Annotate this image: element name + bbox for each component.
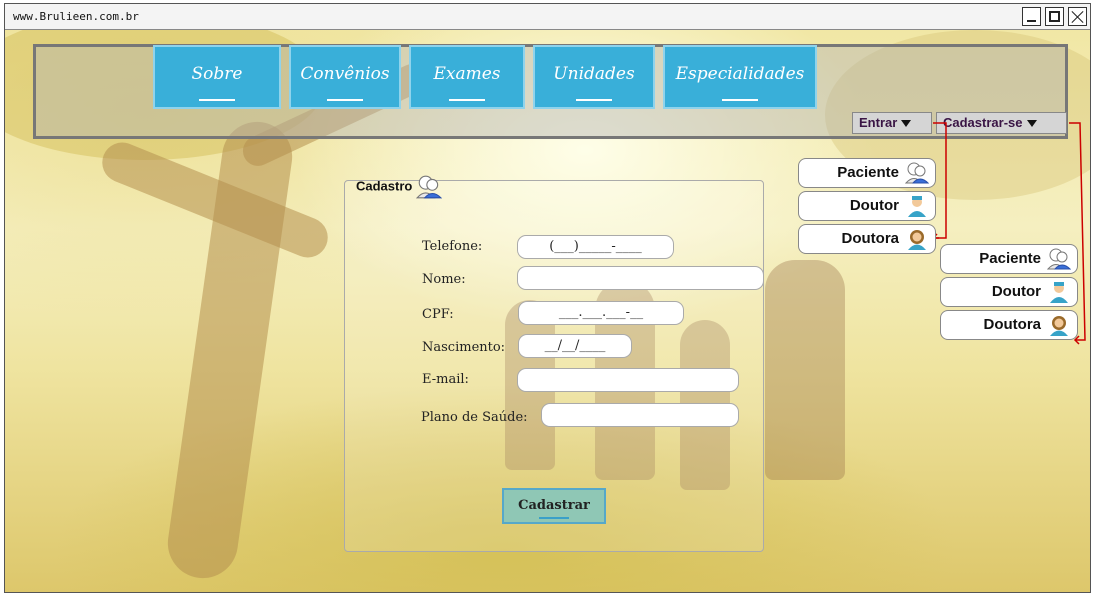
nascimento-label: Nascimento: (422, 340, 506, 355)
users-icon (415, 175, 443, 199)
login-doutor-item[interactable]: Doutor (798, 191, 936, 221)
signup-doutor-item[interactable]: Doutor (940, 277, 1078, 307)
menu-item-label: Paciente (837, 164, 899, 181)
nascimento-field[interactable]: __/__/____ (518, 334, 632, 358)
telefone-field[interactable]: (___)_____-____ (517, 235, 674, 259)
signup-menu: Paciente Doutor Doutora (940, 244, 1078, 343)
form-title-text: Cadastro (356, 178, 413, 194)
maximize-icon[interactable] (1045, 7, 1064, 26)
cpf-field[interactable]: ___.___.___-__ (518, 301, 684, 325)
menu-item-label: Doutora (841, 230, 900, 247)
nome-field[interactable] (517, 266, 764, 290)
telefone-label: Telefone: (422, 239, 483, 254)
signup-doutora-item[interactable]: Doutora (940, 310, 1078, 340)
patient-icon (1047, 248, 1071, 270)
email-field[interactable] (517, 368, 739, 392)
menu-item-label: Paciente (979, 250, 1041, 267)
menu-item-label: Doutor (991, 283, 1041, 300)
email-label: E-mail: (422, 372, 469, 387)
doctor-icon (908, 196, 926, 217)
female-doctor-icon (908, 230, 926, 250)
patient-icon (905, 162, 929, 184)
menu-item-label: Doutora (983, 316, 1042, 333)
plano-field[interactable] (541, 403, 739, 427)
browser-window: www.Brulieen.com.br Sobre Convênios Exam… (4, 3, 1091, 593)
female-doctor-icon (1050, 316, 1068, 336)
background-image: Sobre Convênios Exames Unidades Especial… (5, 30, 1090, 592)
url-bar[interactable]: www.Brulieen.com.br (13, 10, 139, 23)
title-bar: www.Brulieen.com.br (5, 4, 1090, 30)
minimize-icon[interactable] (1022, 7, 1041, 26)
nome-label: Nome: (422, 272, 466, 287)
signup-paciente-item[interactable]: Paciente (940, 244, 1078, 274)
login-paciente-item[interactable]: Paciente (798, 158, 936, 188)
form-title: Cadastro (356, 175, 443, 199)
doctor-icon (1050, 282, 1068, 303)
plano-label: Plano de Saúde: (421, 410, 528, 425)
login-menu: Paciente Doutor Doutora (798, 158, 936, 257)
login-doutora-item[interactable]: Doutora (798, 224, 936, 254)
close-icon[interactable] (1068, 7, 1087, 26)
cpf-label: CPF: (422, 307, 454, 322)
menu-item-label: Doutor (849, 197, 899, 214)
cadastrar-button[interactable]: Cadastrar (502, 488, 606, 524)
